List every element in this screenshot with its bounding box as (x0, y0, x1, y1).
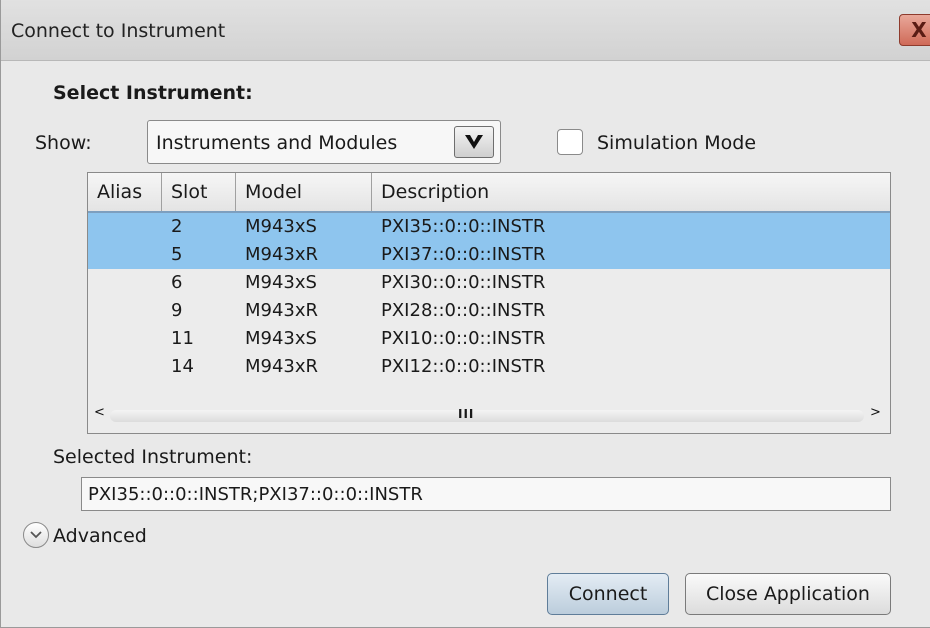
cell-slot: 14 (171, 356, 194, 377)
selected-instrument-label: Selected Instrument: (53, 446, 253, 468)
select-instrument-heading: Select Instrument: (53, 82, 253, 104)
selected-instrument-value: PXI35::0::0::INSTR;PXI37::0::0::INSTR (88, 484, 423, 505)
cell-model: M943xS (245, 216, 317, 237)
close-window-button[interactable]: X (899, 14, 930, 46)
selected-instrument-field[interactable]: PXI35::0::0::INSTR;PXI37::0::0::INSTR (81, 477, 891, 511)
window-title: Connect to Instrument (11, 20, 226, 42)
table-row[interactable]: 11 M943xS PXI10::0::0::INSTR (88, 325, 890, 353)
cell-model: M943xS (245, 328, 317, 349)
table-row[interactable]: 2 M943xS PXI35::0::0::INSTR (88, 213, 890, 241)
column-header-description[interactable]: Description (372, 173, 890, 211)
table-row[interactable]: 9 M943xR PXI28::0::0::INSTR (88, 297, 890, 325)
instrument-table: Alias Slot Model Description 2 M943xS PXI3… (87, 172, 891, 434)
chevron-down-circle-icon (30, 531, 42, 539)
scroll-left-icon[interactable]: < (94, 405, 105, 420)
show-dropdown[interactable]: Instruments and Modules (147, 120, 501, 164)
scroll-right-icon[interactable]: > (870, 405, 881, 420)
table-row[interactable]: 14 M943xR PXI12::0::0::INSTR (88, 353, 890, 381)
table-header: Alias Slot Model Description (88, 173, 890, 213)
column-header-model[interactable]: Model (236, 173, 372, 211)
table-row[interactable]: 5 M943xR PXI37::0::0::INSTR (88, 241, 890, 269)
show-dropdown-value: Instruments and Modules (156, 132, 398, 154)
cell-slot: 11 (171, 328, 194, 349)
advanced-expand-button[interactable] (23, 522, 49, 548)
connect-dialog: Connect to Instrument X Select Instrumen… (0, 0, 930, 628)
cell-model: M943xR (245, 244, 319, 265)
close-icon: X (911, 18, 927, 42)
cell-slot: 9 (171, 300, 183, 321)
table-row[interactable]: 6 M943xS PXI30::0::0::INSTR (88, 269, 890, 297)
cell-description: PXI30::0::0::INSTR (381, 272, 546, 293)
cell-description: PXI12::0::0::INSTR (381, 356, 546, 377)
connect-button[interactable]: Connect (547, 573, 669, 615)
cell-slot: 5 (171, 244, 183, 265)
cell-model: M943xR (245, 356, 319, 377)
simulation-mode-checkbox[interactable] (557, 129, 583, 155)
title-bar: Connect to Instrument X (1, 0, 930, 61)
cell-slot: 6 (171, 272, 183, 293)
dropdown-arrow-button[interactable] (454, 126, 494, 158)
chevron-down-icon (465, 135, 483, 149)
cell-description: PXI35::0::0::INSTR (381, 216, 546, 237)
cell-description: PXI10::0::0::INSTR (381, 328, 546, 349)
column-header-slot[interactable]: Slot (162, 173, 236, 211)
scrollbar-thumb[interactable] (110, 410, 864, 422)
advanced-label[interactable]: Advanced (53, 525, 147, 547)
column-header-alias[interactable]: Alias (88, 173, 162, 211)
horizontal-scrollbar[interactable]: < III > (88, 401, 890, 431)
cell-description: PXI37::0::0::INSTR (381, 244, 546, 265)
close-application-button[interactable]: Close Application (685, 573, 891, 615)
cell-model: M943xS (245, 272, 317, 293)
show-label: Show: (35, 132, 92, 154)
cell-slot: 2 (171, 216, 183, 237)
cell-description: PXI28::0::0::INSTR (381, 300, 546, 321)
cell-model: M943xR (245, 300, 319, 321)
scrollbar-grip-icon: III (458, 407, 475, 421)
simulation-mode-label: Simulation Mode (597, 132, 757, 154)
